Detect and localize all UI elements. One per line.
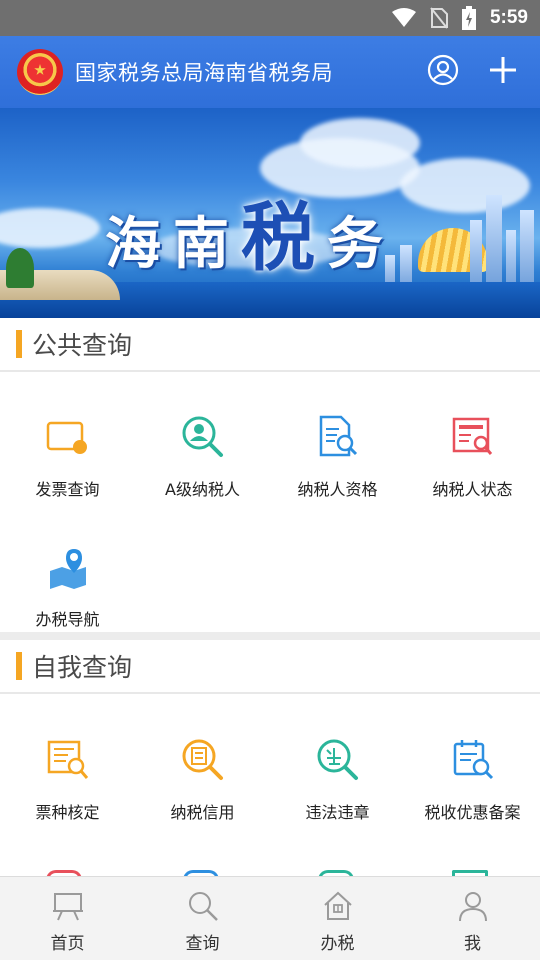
add-button[interactable] [486,55,520,89]
status-search-icon [450,414,496,460]
ticket-verify-icon [45,737,91,783]
grid-item-tax-benefit-filing[interactable]: 税收优惠备案 [405,721,540,851]
banner-char: 税 [241,195,327,281]
search-icon [186,889,220,923]
grid-item-label: 纳税人资格 [297,480,378,499]
grid-item-a-taxpayer[interactable]: A级纳税人 [135,398,270,528]
grid-item-label: 票种核定 [35,803,100,822]
nav-label: 查询 [185,934,220,954]
app-title: 国家税务总局海南省税务局 [75,61,333,85]
nav-label: 我 [464,934,481,954]
banner-char: 务 [327,211,395,277]
grid-item-ticket-verify[interactable]: 票种核定 [0,721,135,851]
nav-item-home[interactable]: 首页 [0,877,135,960]
palm-tree [6,248,34,288]
emblem-logo [17,49,63,95]
section-title: 自我查询 [32,653,133,682]
user-profile-button[interactable] [426,54,460,90]
invoice-search-icon [45,414,91,460]
taxpayer-search-icon [180,414,226,460]
banner-title: 海南税务 [105,178,395,285]
grid-item-label: 办税导航 [35,610,100,629]
grid-item-label: 违法违章 [305,803,370,822]
nav-label: 办税 [320,934,355,954]
user-circle-icon [427,54,459,90]
person-icon [456,889,490,923]
credit-icon [180,737,226,783]
nav-item-me[interactable]: 我 [405,877,540,960]
grid-item-label: 发票查询 [35,480,100,499]
banner-char: 南 [173,211,241,277]
home-board-icon [51,889,85,923]
status-time: 5:59 [489,7,528,28]
tax-benefit-icon [450,737,496,783]
battery-charging-icon [461,6,476,30]
grid-item-taxpayer-qualification[interactable]: 纳税人资格 [270,398,405,528]
grid-item-label: A级纳税人 [165,480,240,499]
map-pin-icon [45,544,91,590]
grid-item-label: 纳税信用 [170,803,235,822]
wifi-icon [391,8,416,28]
section-title: 公共查询 [32,331,133,360]
grid-item-label: 纳税人状态 [432,480,513,499]
header-actions [426,36,520,108]
house-icon [321,889,355,923]
grid-item-tax-credit[interactable]: 纳税信用 [135,721,270,851]
status-bar: 5:59 [0,0,540,36]
section-header-self: 自我查询 [0,640,540,694]
nav-item-query[interactable]: 查询 [135,877,270,960]
nav-label: 首页 [50,934,85,954]
nav-item-tax-service[interactable]: 办税 [270,877,405,960]
grid-item-invoice-query[interactable]: 发票查询 [0,398,135,528]
grid-item-label: 税收优惠备案 [424,803,521,822]
bottom-navigation: 首页 查询 办税 我 [0,876,540,960]
grid-item-taxpayer-status[interactable]: 纳税人状态 [405,398,540,528]
document-search-icon [315,414,361,460]
no-sim-icon [430,7,448,29]
grid-item-violations[interactable]: 违法违章 [270,721,405,851]
hainan-tax-banner[interactable]: 海南税务 [0,108,540,318]
accent-bar [16,652,22,680]
section-header-public: 公共查询 [0,318,540,372]
banner-char: 海 [105,211,173,277]
plus-icon [489,56,517,88]
app-header: 国家税务总局海南省税务局 [0,36,540,108]
violation-icon [315,737,361,783]
accent-bar [16,330,22,358]
section-divider [0,632,540,640]
